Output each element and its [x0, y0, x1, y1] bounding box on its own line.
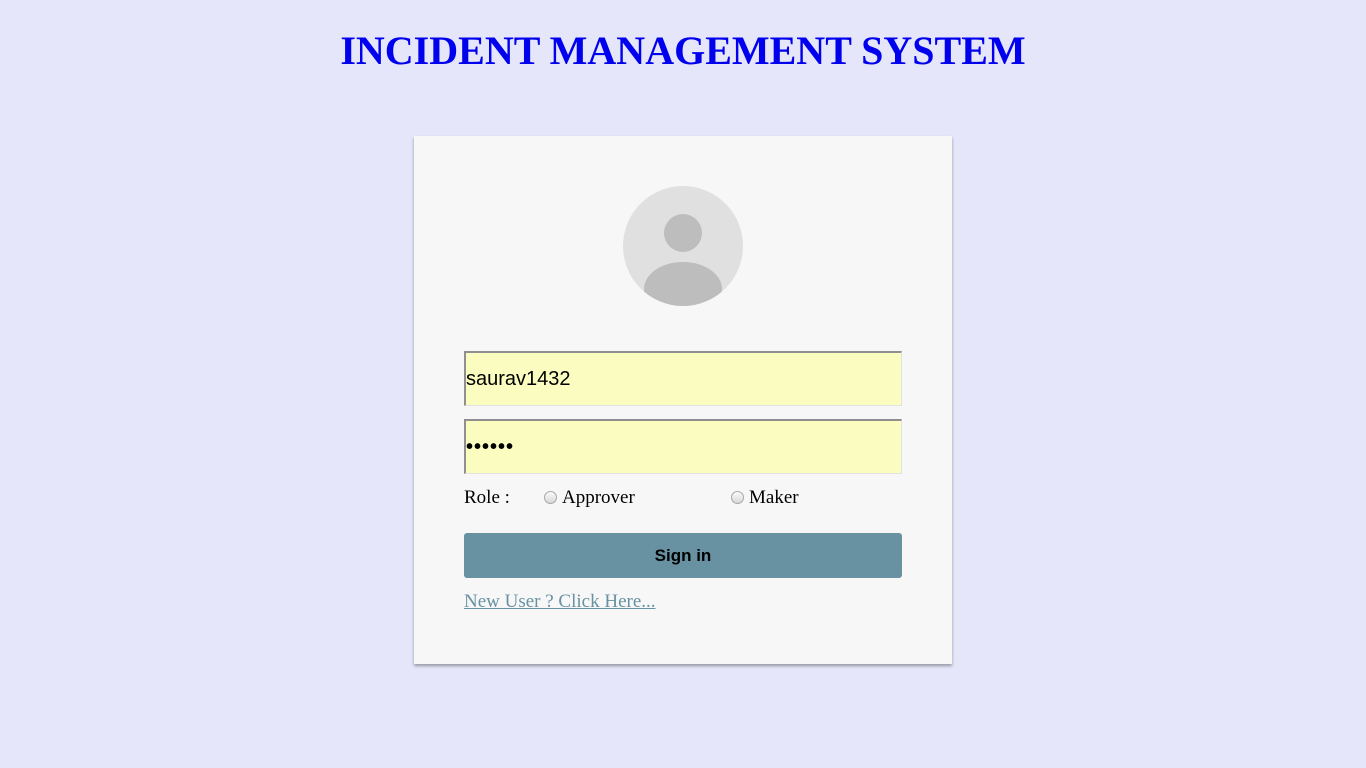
sign-in-button[interactable]: Sign in [464, 533, 902, 578]
approver-radio[interactable] [544, 491, 557, 504]
maker-radio[interactable] [731, 491, 744, 504]
new-user-link[interactable]: New User ? Click Here... [464, 591, 656, 613]
role-option-approver[interactable]: Approver [544, 487, 635, 509]
password-value: •••••• [466, 435, 515, 458]
page-title: INCIDENT MANAGEMENT SYSTEM [340, 28, 1026, 73]
login-card: saurav1432 •••••• Role : Approver Maker … [414, 136, 952, 664]
approver-label: Approver [562, 487, 635, 508]
password-input[interactable]: •••••• [464, 419, 902, 474]
role-option-maker[interactable]: Maker [731, 487, 799, 509]
username-input[interactable]: saurav1432 [464, 351, 902, 406]
role-label: Role : [464, 487, 510, 508]
user-avatar-icon [623, 186, 743, 306]
username-value: saurav1432 [466, 367, 571, 390]
maker-label: Maker [749, 487, 799, 508]
role-selector: Role : Approver Maker [464, 487, 902, 511]
